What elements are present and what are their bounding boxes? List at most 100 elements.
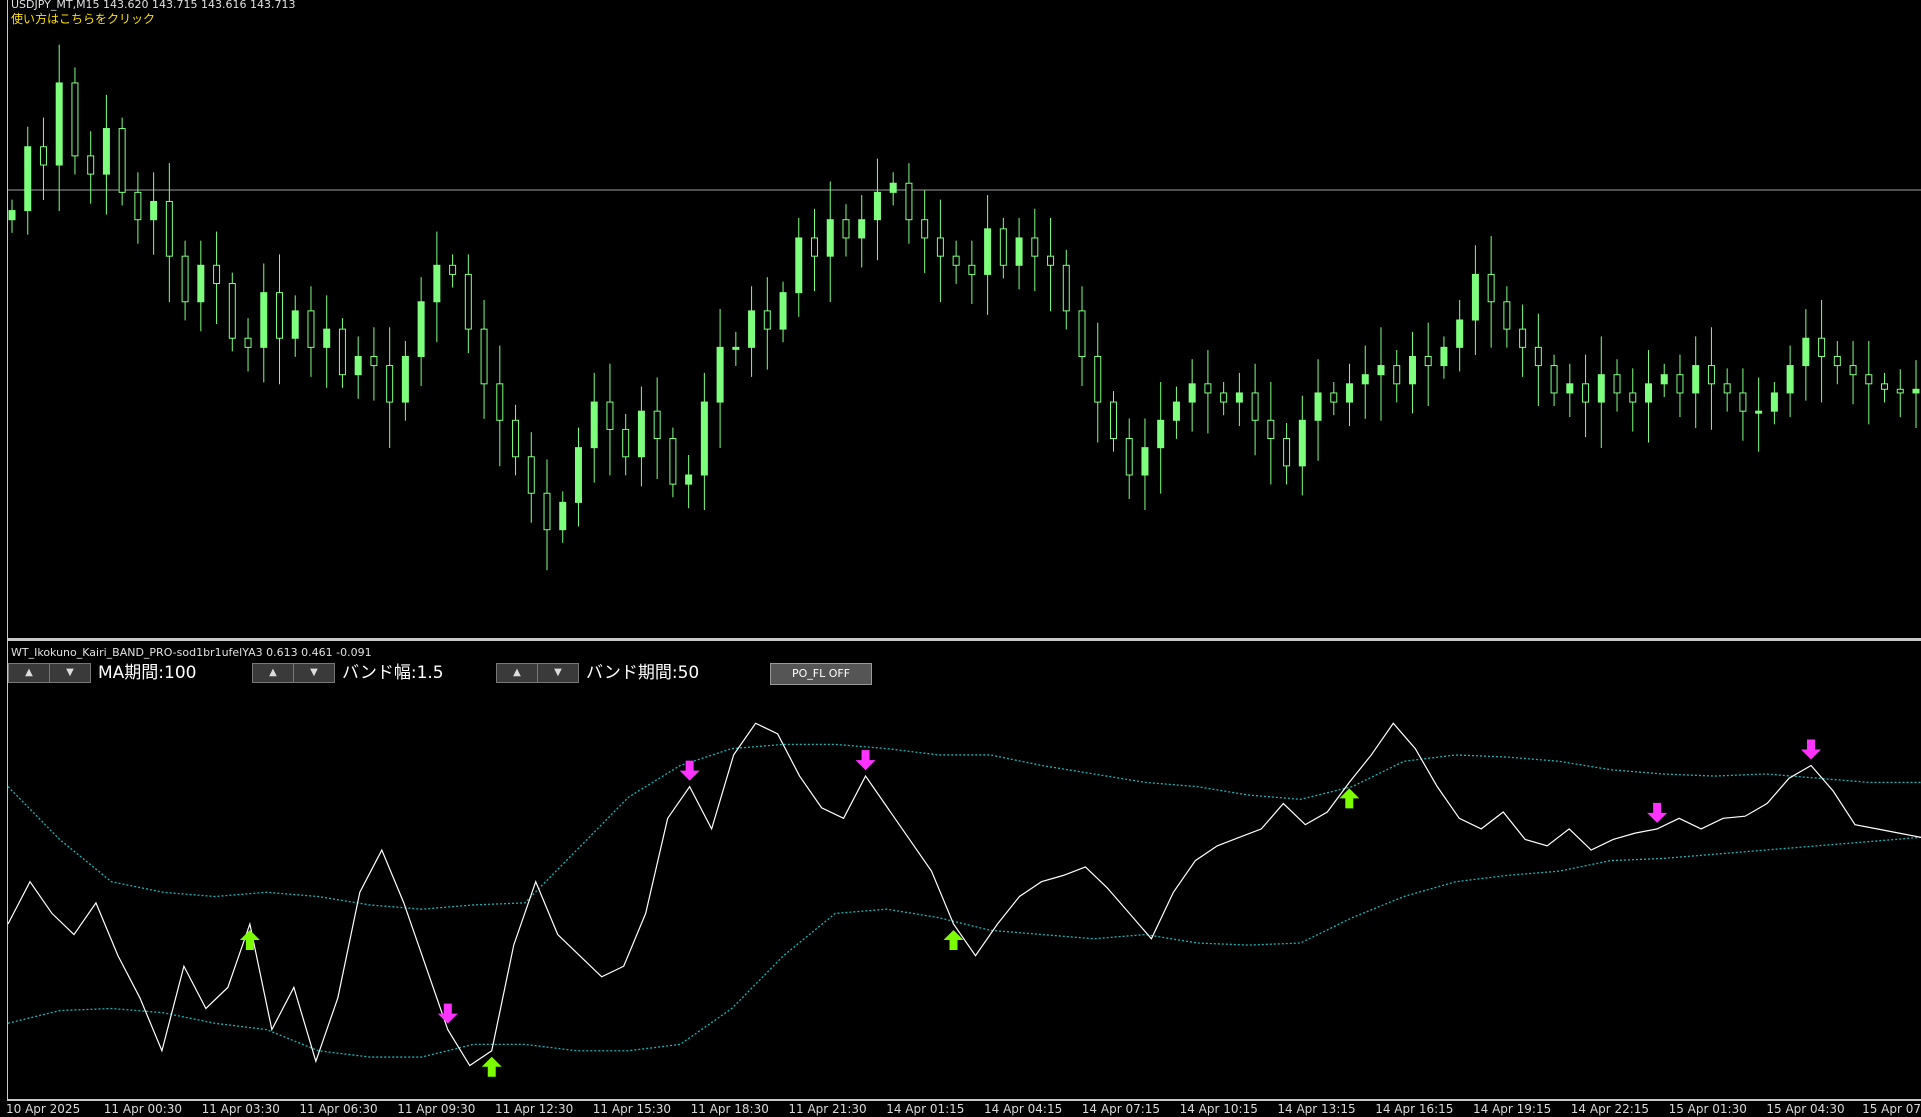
- help-link[interactable]: 使い方はこちらをクリック: [11, 10, 155, 27]
- bear-candle-body: [1833, 355, 1841, 367]
- bear-candle-body: [71, 82, 79, 157]
- candle: [637, 386, 645, 487]
- candle: [1755, 377, 1763, 452]
- bull-candle-body: [1755, 410, 1763, 414]
- bull-candle-body: [401, 355, 409, 403]
- time-axis-label: 11 Apr 12:30: [495, 1102, 574, 1116]
- candle: [669, 427, 677, 498]
- bear-candle-body: [1424, 355, 1432, 367]
- candle: [1283, 423, 1291, 485]
- candle: [1503, 286, 1511, 348]
- candle: [1267, 382, 1275, 485]
- candle: [716, 309, 724, 449]
- ma-period-up-button[interactable]: ▲: [8, 663, 50, 683]
- bull-candle-body: [291, 310, 299, 339]
- candle: [905, 163, 913, 244]
- time-axis-label: 11 Apr 15:30: [592, 1102, 672, 1116]
- band-width-down-button[interactable]: ▼: [293, 663, 335, 683]
- buy-arrow-shape: [481, 1056, 502, 1077]
- bear-candle-body: [118, 128, 126, 193]
- bear-candle-body: [999, 228, 1007, 266]
- candle: [1582, 354, 1590, 438]
- bull-candle-body: [433, 264, 441, 303]
- ma-period-down-button[interactable]: ▼: [49, 663, 91, 683]
- candle: [1613, 359, 1621, 412]
- bear-candle-body: [165, 200, 173, 257]
- candle: [858, 195, 866, 268]
- candle: [1298, 395, 1306, 496]
- time-axis-label: 14 Apr 16:15: [1375, 1102, 1454, 1116]
- sell-arrow-shape: [679, 760, 700, 781]
- bear-candle-body: [449, 264, 457, 275]
- po-fl-toggle-button[interactable]: PO_FL OFF: [770, 663, 872, 685]
- candle: [826, 181, 834, 303]
- price-chart[interactable]: [0, 0, 1921, 636]
- candle: [401, 340, 409, 421]
- bear-candle-body: [1818, 337, 1826, 357]
- bull-candle-body: [1157, 419, 1165, 449]
- candle: [622, 413, 630, 476]
- candle: [150, 172, 158, 255]
- candle: [449, 254, 457, 288]
- time-axis-label: 14 Apr 07:15: [1081, 1102, 1161, 1116]
- candle: [1251, 363, 1259, 456]
- band-width-up-button[interactable]: ▲: [252, 663, 294, 683]
- candle: [1629, 368, 1637, 432]
- bear-candle-body: [1896, 388, 1904, 394]
- bull-candle-body: [1644, 383, 1652, 403]
- bull-candle-body: [748, 310, 756, 348]
- candle: [1078, 286, 1086, 387]
- bear-candle-body: [1109, 401, 1117, 440]
- candle: [700, 372, 708, 511]
- candle: [1235, 372, 1243, 427]
- candle: [228, 272, 236, 352]
- indicator-window[interactable]: [0, 641, 1921, 1099]
- band-period-label: バンド期間:50: [586, 663, 700, 683]
- bear-candle-body: [1582, 383, 1590, 403]
- time-axis-label: 11 Apr 00:30: [103, 1102, 183, 1116]
- candle: [118, 117, 126, 206]
- candle: [968, 240, 976, 304]
- time-axis-label: 10 Apr 2025: [6, 1102, 81, 1116]
- sell-arrow-shape: [1801, 739, 1822, 760]
- candle: [512, 404, 520, 476]
- bull-candle-body: [716, 346, 724, 403]
- bear-candle-body: [1519, 328, 1527, 348]
- ma-period-label: MA期間:100: [98, 663, 197, 683]
- bear-candle-body: [1676, 374, 1684, 394]
- time-axis-label: 14 Apr 22:15: [1570, 1102, 1650, 1116]
- bear-candle-body: [1330, 392, 1338, 403]
- candle: [543, 459, 551, 571]
- candle: [464, 254, 472, 354]
- bull-candle-body: [826, 219, 834, 257]
- candle: [732, 331, 740, 366]
- bear-candle-body: [512, 419, 520, 458]
- band-period-down-button[interactable]: ▼: [537, 663, 579, 683]
- candle: [1707, 327, 1715, 430]
- bear-candle-body: [606, 401, 614, 430]
- candle: [1456, 299, 1464, 372]
- sell-arrow-icon: [437, 1003, 458, 1024]
- time-axis-label: 14 Apr 13:15: [1277, 1102, 1356, 1116]
- bull-candle-body: [889, 182, 897, 193]
- candle: [1597, 336, 1605, 449]
- candle: [1770, 382, 1778, 425]
- candle: [323, 295, 331, 388]
- candle: [1047, 217, 1055, 312]
- time-axis-label: 11 Apr 06:30: [299, 1102, 378, 1116]
- band-period-up-button[interactable]: ▲: [496, 663, 538, 683]
- bear-candle-body: [276, 292, 284, 339]
- buy-arrow-shape: [239, 929, 260, 950]
- lower-band-line: [7, 836, 1921, 1058]
- bull-candle-body: [55, 82, 63, 166]
- bull-candle-body: [685, 474, 693, 485]
- bull-candle-body: [1802, 337, 1810, 367]
- time-axis-label: 15 Apr 01:30: [1668, 1102, 1747, 1116]
- bear-candle-body: [307, 310, 315, 348]
- time-axis-label: 11 Apr 21:30: [788, 1102, 867, 1116]
- candle: [1818, 299, 1826, 403]
- candle: [338, 318, 346, 388]
- bear-candle-body: [1739, 392, 1747, 412]
- bear-candle-body: [842, 219, 850, 239]
- bear-candle-body: [1267, 419, 1275, 440]
